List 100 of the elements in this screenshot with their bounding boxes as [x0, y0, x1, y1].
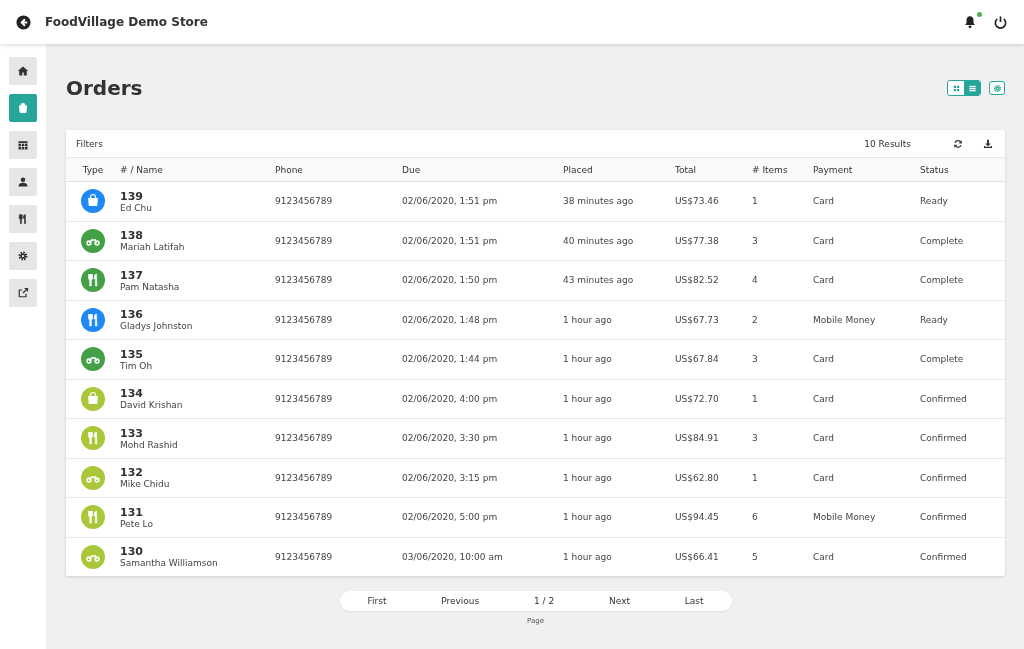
order-total: US$94.45 — [675, 512, 720, 523]
customer-name: Samantha Williamson — [120, 558, 219, 569]
order-placed: 40 minutes ago — [563, 235, 635, 246]
sidebar-bag-button[interactable] — [9, 94, 37, 122]
column-header: Placed — [563, 164, 594, 175]
order-items: 1 — [752, 472, 759, 483]
order-payment: Card — [813, 275, 836, 286]
order-placed: 43 minutes ago — [563, 275, 635, 286]
customer-name: Tim Oh — [120, 360, 154, 371]
order-due: 02/06/2020, 3:30 pm — [402, 433, 499, 444]
order-items: 1 — [752, 393, 759, 404]
order-total: US$66.41 — [675, 551, 720, 562]
refresh-icon[interactable] — [953, 138, 963, 149]
order-payment: Card — [813, 551, 836, 562]
order-placed: 1 hour ago — [563, 393, 613, 404]
order-number: 136 — [120, 308, 144, 322]
grid-view-button[interactable] — [948, 81, 964, 95]
sidebar-calendar-button[interactable] — [9, 131, 37, 159]
customer-name: Mariah Latifah — [120, 242, 186, 253]
column-header: # / Name — [120, 164, 164, 175]
order-due: 02/06/2020, 4:00 pm — [402, 393, 499, 404]
bag-icon — [17, 102, 29, 114]
order-items: 3 — [752, 433, 759, 444]
sidebar-external-button[interactable] — [9, 279, 37, 307]
order-placed: 1 hour ago — [563, 314, 613, 325]
column-header: Type — [81, 164, 105, 175]
customer-name: Mike Chidu — [120, 479, 171, 490]
order-due: 02/06/2020, 1:48 pm — [402, 314, 499, 325]
order-status: Confirmed — [920, 512, 968, 523]
order-status: Complete — [920, 235, 965, 246]
order-phone: 9123456789 — [275, 551, 334, 562]
order-number: 138 — [120, 229, 144, 243]
sidebar-gear-button[interactable] — [9, 242, 37, 270]
download-icon[interactable] — [983, 138, 993, 149]
settings-button[interactable] — [989, 81, 1005, 95]
order-number: 137 — [120, 268, 144, 282]
order-phone: 9123456789 — [275, 196, 334, 207]
order-payment: Card — [813, 354, 836, 365]
order-items: 5 — [752, 551, 759, 562]
power-icon[interactable] — [993, 14, 1008, 30]
order-total: US$72.70 — [675, 393, 720, 404]
list-view-button[interactable] — [964, 81, 980, 95]
order-payment: Mobile Money — [813, 314, 877, 325]
order-payment: Card — [813, 235, 836, 246]
page-title: Orders — [66, 76, 143, 100]
order-phone: 9123456789 — [275, 393, 334, 404]
order-phone: 9123456789 — [275, 275, 334, 286]
external-link-icon — [17, 287, 29, 299]
order-placed: 38 minutes ago — [563, 196, 635, 207]
order-payment: Card — [813, 472, 836, 483]
order-placed: 1 hour ago — [563, 551, 613, 562]
customer-name: Mohd Rashid — [120, 439, 179, 450]
column-header: # Items — [752, 164, 789, 175]
first-page-link[interactable]: First — [367, 596, 387, 606]
sidebar-user-button[interactable] — [9, 168, 37, 196]
order-items: 4 — [752, 275, 759, 286]
order-payment: Card — [813, 433, 836, 444]
order-status: Ready — [920, 196, 949, 207]
order-items: 6 — [752, 512, 759, 523]
order-status: Complete — [920, 275, 965, 286]
results-count: 10 Results — [864, 138, 911, 149]
sidebar-home-button[interactable] — [9, 57, 37, 85]
order-total: US$84.91 — [675, 433, 720, 444]
order-due: 02/06/2020, 3:15 pm — [402, 472, 499, 483]
next-page-link[interactable]: Next — [609, 596, 630, 606]
bell-icon[interactable] — [963, 15, 977, 29]
order-total: US$62.80 — [675, 472, 720, 483]
order-placed: 1 hour ago — [563, 472, 613, 483]
order-due: 02/06/2020, 1:44 pm — [402, 354, 499, 365]
order-placed: 1 hour ago — [563, 512, 613, 523]
order-payment: Mobile Money — [813, 512, 877, 523]
column-header: Total — [675, 164, 698, 175]
order-items: 3 — [752, 354, 759, 365]
order-phone: 9123456789 — [275, 512, 334, 523]
settings-icon — [17, 250, 29, 262]
order-placed: 1 hour ago — [563, 433, 613, 444]
grid-icon — [951, 83, 961, 93]
cutlery-icon — [17, 213, 29, 225]
order-number: 139 — [120, 189, 144, 203]
order-due: 02/06/2020, 1:50 pm — [402, 275, 499, 286]
sidebar-cutlery-button[interactable] — [9, 205, 37, 233]
column-header: Status — [920, 164, 950, 175]
filters-label[interactable]: Filters — [76, 138, 103, 149]
last-page-link[interactable]: Last — [684, 596, 704, 606]
column-header: Payment — [813, 164, 854, 175]
customer-name: Pete Lo — [120, 518, 154, 529]
column-header: Due — [402, 164, 422, 175]
order-due: 03/06/2020, 10:00 am — [402, 551, 504, 562]
order-payment: Card — [813, 393, 836, 404]
order-status: Complete — [920, 354, 965, 365]
order-total: US$67.73 — [675, 314, 720, 325]
list-icon — [967, 83, 977, 93]
previous-page-link[interactable]: Previous — [441, 596, 480, 606]
order-status: Confirmed — [920, 472, 968, 483]
order-total: US$67.84 — [675, 354, 720, 365]
order-number: 134 — [120, 387, 144, 401]
order-phone: 9123456789 — [275, 314, 334, 325]
order-status: Confirmed — [920, 433, 968, 444]
home-icon — [17, 65, 29, 77]
order-status: Confirmed — [920, 551, 968, 562]
